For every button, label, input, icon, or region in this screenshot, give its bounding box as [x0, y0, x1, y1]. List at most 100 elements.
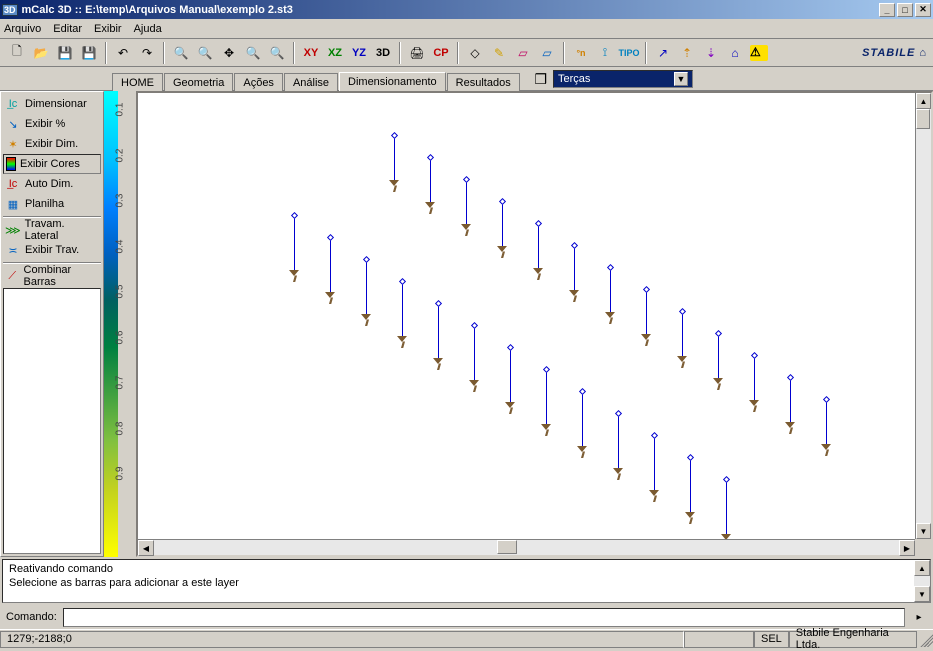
scroll-down-icon[interactable]: ▼ — [916, 523, 931, 539]
tab-dimensionamento[interactable]: Dimensionamento — [339, 72, 446, 91]
bar-element[interactable]: //// — [612, 411, 624, 480]
sidebar-auto-dim[interactable]: I̲c Auto Dim. — [3, 174, 101, 194]
sidebar-exibir-pct[interactable]: ↘ Exibir % — [3, 114, 101, 134]
scroll-up-icon[interactable]: ▲ — [914, 560, 930, 576]
warning-icon[interactable]: ⚠ — [748, 42, 770, 64]
view-yz-button[interactable]: YZ — [348, 42, 370, 64]
cp-button[interactable]: CP — [430, 42, 452, 64]
bar-element[interactable]: //// — [820, 397, 832, 456]
save-icon[interactable]: 💾 — [54, 42, 76, 64]
tab-acoes[interactable]: Ações — [234, 73, 283, 91]
scroll-right-icon[interactable]: ▶ — [899, 540, 915, 556]
ruler-icon[interactable]: ⟟ — [594, 42, 616, 64]
command-input[interactable] — [63, 608, 905, 627]
sidebar-exibir-dim[interactable]: ✶ Exibir Dim. — [3, 134, 101, 154]
tab-analise[interactable]: Análise — [284, 73, 338, 91]
bar-element[interactable]: //// — [396, 279, 408, 348]
menu-view[interactable]: Exibir — [94, 23, 122, 35]
scroll-down-icon[interactable]: ▼ — [914, 586, 930, 602]
scroll-up-icon[interactable]: ▲ — [916, 93, 931, 109]
horizontal-scrollbar[interactable]: ◀ ▶ — [138, 539, 915, 555]
degrees-n-button[interactable]: °n — [570, 42, 592, 64]
bar-element[interactable]: //// — [648, 433, 660, 502]
deselect-icon[interactable]: ▱ — [536, 42, 558, 64]
bar-element[interactable]: //// — [676, 309, 688, 368]
arrow-down-icon[interactable]: ⇣ — [700, 42, 722, 64]
view-3d-button[interactable]: 3D — [372, 42, 394, 64]
bar-element[interactable]: //// — [432, 301, 444, 370]
select-icon[interactable]: ▱ — [512, 42, 534, 64]
bar-element[interactable]: //// — [640, 287, 652, 346]
bar-element[interactable]: //// — [360, 257, 372, 326]
scroll-thumb[interactable] — [916, 109, 930, 129]
close-button[interactable]: ✕ — [915, 3, 931, 17]
sidebar-exibir-cores[interactable]: Exibir Cores — [3, 154, 101, 174]
scroll-track[interactable] — [154, 540, 899, 555]
bar-element[interactable]: //// — [604, 265, 616, 324]
home-icon[interactable]: ⌂ — [724, 42, 746, 64]
sidebar-item-label: Exibir Dim. — [25, 138, 78, 150]
tab-geometria[interactable]: Geometria — [164, 73, 233, 91]
log-scrollbar[interactable]: ▲ ▼ — [914, 560, 930, 602]
bar-element[interactable]: //// — [712, 331, 724, 390]
zoom-fit-icon[interactable]: 🔍 — [266, 42, 288, 64]
open-file-icon[interactable]: 📂 — [30, 42, 52, 64]
layer-dropdown[interactable]: Terças ▼ — [553, 70, 693, 88]
view-xy-button[interactable]: XY — [300, 42, 322, 64]
command-label: Comando: — [6, 611, 57, 623]
bar-element[interactable]: //// — [720, 477, 732, 539]
bar-element[interactable]: //// — [540, 367, 552, 436]
scroll-left-icon[interactable]: ◀ — [138, 540, 154, 556]
sidebar-planilha[interactable]: ▦ Planilha — [3, 194, 101, 214]
vertical-scrollbar[interactable]: ▲ ▼ — [915, 93, 931, 539]
zoom-window-icon[interactable]: 🔍 — [194, 42, 216, 64]
menu-edit[interactable]: Editar — [53, 23, 82, 35]
canvas[interactable]: //// //// //// //// //// //// //// //// //// ////… — [138, 93, 915, 539]
sidebar-dimensionar[interactable]: I̲c Dimensionar — [3, 94, 101, 114]
viewport: //// //// //// //// //// //// //// //// //// ////… — [136, 91, 933, 557]
scroll-thumb[interactable] — [497, 540, 517, 554]
arrow-up-icon[interactable]: ⇡ — [676, 42, 698, 64]
bar-element[interactable]: //// — [532, 221, 544, 280]
bar-element[interactable]: //// — [288, 213, 300, 282]
sidebar-travam-lateral[interactable]: ⋙ Travam. Lateral — [3, 220, 101, 240]
new-file-icon[interactable]: 🗋 — [6, 42, 28, 64]
redo-icon[interactable]: ↷ — [136, 42, 158, 64]
bar-element[interactable]: //// — [576, 389, 588, 458]
status-company: Stabile Engenharia Ltda. — [789, 631, 917, 648]
bar-element[interactable]: //// — [388, 133, 400, 192]
sidebar-combinar-barras[interactable]: ⟋ Combinar Barras — [3, 266, 101, 286]
bar-element[interactable]: //// — [784, 375, 796, 434]
bar-element[interactable]: //// — [468, 323, 480, 392]
execute-icon[interactable]: ▸ — [911, 609, 927, 625]
print-icon[interactable]: 🖨 — [406, 42, 428, 64]
zoom-out-icon[interactable]: 🔍 — [170, 42, 192, 64]
undo-icon[interactable]: ↶ — [112, 42, 134, 64]
axis-icon[interactable]: ↗ — [652, 42, 674, 64]
tab-resultados[interactable]: Resultados — [447, 73, 520, 91]
scroll-track[interactable] — [914, 576, 930, 586]
tab-home[interactable]: HOME — [112, 73, 163, 91]
sidebar-exibir-trav[interactable]: ≍ Exibir Trav. — [3, 240, 101, 260]
menu-file[interactable]: Arquivo — [4, 23, 41, 35]
resize-grip-icon[interactable] — [917, 631, 933, 647]
bar-element[interactable]: //// — [424, 155, 436, 214]
bar-element[interactable]: //// — [568, 243, 580, 302]
bar-element[interactable]: //// — [684, 455, 696, 524]
pan-icon[interactable]: ✥ — [218, 42, 240, 64]
pencil-icon[interactable]: ✎ — [488, 42, 510, 64]
bar-element[interactable]: //// — [504, 345, 516, 414]
minimize-button[interactable]: _ — [879, 3, 895, 17]
bar-element[interactable]: //// — [496, 199, 508, 258]
bar-element[interactable]: //// — [748, 353, 760, 412]
bar-element[interactable]: //// — [324, 235, 336, 304]
view-xz-button[interactable]: XZ — [324, 42, 346, 64]
bar-element[interactable]: //// — [460, 177, 472, 236]
zoom-in-icon[interactable]: 🔍 — [242, 42, 264, 64]
maximize-button[interactable]: □ — [897, 3, 913, 17]
menu-help[interactable]: Ajuda — [134, 23, 162, 35]
tipo-button[interactable]: TIPO — [618, 42, 640, 64]
eraser-icon[interactable]: ◇ — [464, 42, 486, 64]
save-as-icon[interactable]: 💾 — [78, 42, 100, 64]
scroll-track[interactable] — [916, 109, 931, 523]
